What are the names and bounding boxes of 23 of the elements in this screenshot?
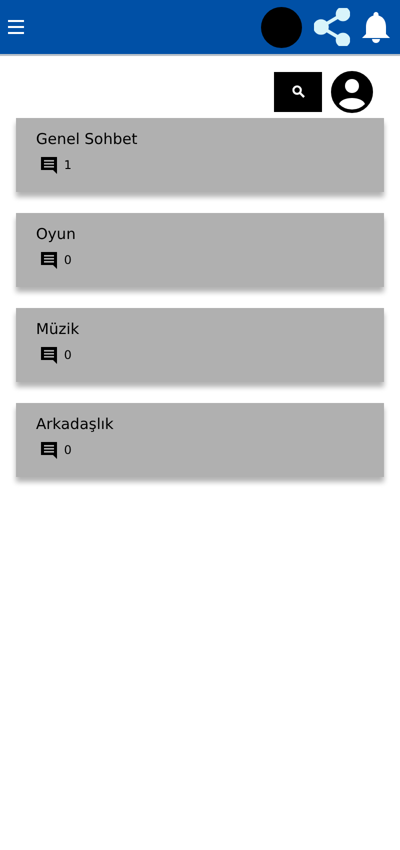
comment-icon bbox=[40, 156, 58, 174]
menu-icon[interactable] bbox=[8, 20, 24, 34]
forum-card[interactable]: Müzik 0 bbox=[16, 308, 384, 382]
forum-card[interactable]: Oyun 0 bbox=[16, 213, 384, 287]
forum-title: Müzik bbox=[36, 320, 80, 338]
notification-bell-icon[interactable] bbox=[362, 11, 390, 43]
forum-title: Arkadaşlık bbox=[36, 415, 115, 433]
forum-title: Genel Sohbet bbox=[36, 130, 138, 148]
comment-icon bbox=[40, 346, 58, 364]
comment-count: 1 bbox=[64, 158, 72, 172]
forum-card[interactable]: Genel Sohbet 1 bbox=[16, 118, 384, 192]
comment-count: 0 bbox=[64, 348, 72, 362]
avatar[interactable] bbox=[261, 6, 302, 48]
profile-icon[interactable] bbox=[330, 70, 374, 114]
comment-count: 0 bbox=[64, 253, 72, 267]
comment-icon bbox=[40, 251, 58, 269]
comment-count: 0 bbox=[64, 443, 72, 457]
forum-card[interactable]: Arkadaşlık 0 bbox=[16, 403, 384, 477]
share-icon[interactable] bbox=[314, 8, 350, 46]
search-icon bbox=[292, 85, 304, 98]
forum-title: Oyun bbox=[36, 225, 77, 243]
search-button[interactable] bbox=[274, 72, 322, 112]
comment-icon bbox=[40, 441, 58, 459]
